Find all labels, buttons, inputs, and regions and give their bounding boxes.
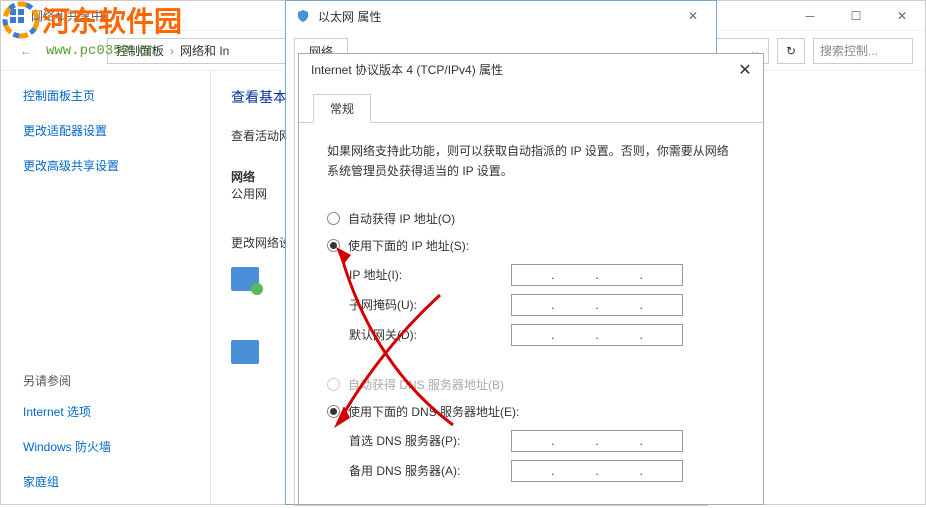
- public-network-label: 公用网: [231, 185, 291, 202]
- radio-auto-ip-label: 自动获得 IP 地址(O): [348, 210, 455, 227]
- window-controls: ─ ☐ ✕: [787, 1, 925, 31]
- nav-back-button[interactable]: ←: [13, 38, 39, 64]
- radio-static-dns[interactable]: [327, 405, 340, 418]
- active-networks-label: 查看活动网: [231, 127, 291, 144]
- sidebar-home[interactable]: 控制面板主页: [23, 87, 210, 104]
- alternate-dns-label: 备用 DNS 服务器(A):: [349, 462, 511, 479]
- radio-static-dns-label: 使用下面的 DNS 服务器地址(E):: [348, 403, 519, 420]
- radio-row-auto-dns: 自动获得 DNS 服务器地址(B): [327, 376, 735, 393]
- ethernet-dialog-titlebar: 以太网 属性: [286, 1, 716, 31]
- gateway-input[interactable]: ...: [511, 324, 683, 346]
- breadcrumb-root[interactable]: 控制面板: [116, 42, 164, 59]
- ipv4-description: 如果网络支持此功能，则可以获取自动指派的 IP 设置。否则，你需要从网络系统管理…: [327, 141, 735, 182]
- sidebar-sharing[interactable]: 更改高级共享设置: [23, 157, 210, 174]
- gateway-label: 默认网关(D):: [349, 326, 511, 343]
- ipv4-dialog-body: 如果网络支持此功能，则可以获取自动指派的 IP 设置。否则，你需要从网络系统管理…: [299, 122, 763, 508]
- chevron-right-icon: ›: [170, 44, 174, 58]
- troubleshoot-icon[interactable]: [231, 340, 259, 364]
- alternate-dns-input[interactable]: ...: [511, 460, 683, 482]
- ip-address-input[interactable]: ...: [511, 264, 683, 286]
- sidebar-homegroup[interactable]: 家庭组: [23, 473, 210, 490]
- main-heading: 查看基本: [231, 87, 291, 107]
- ipv4-tab-general[interactable]: 常规: [313, 94, 371, 123]
- radio-row-auto-ip[interactable]: 自动获得 IP 地址(O): [327, 210, 735, 227]
- sidebar-firewall[interactable]: Windows 防火墙: [23, 438, 210, 455]
- sidebar-seealso-heading: 另请参阅: [23, 372, 210, 389]
- close-button[interactable]: ✕: [879, 1, 925, 31]
- radio-static-ip[interactable]: [327, 239, 340, 252]
- sidebar-internet-options[interactable]: Internet 选项: [23, 403, 210, 420]
- window-title: 网络和共享中心: [31, 7, 115, 24]
- ip-address-label: IP 地址(I):: [349, 266, 511, 283]
- preferred-dns-input[interactable]: ...: [511, 430, 683, 452]
- ipv4-tabs: 常规: [299, 84, 763, 123]
- sidebar: 控制面板主页 更改适配器设置 更改高级共享设置 另请参阅 Internet 选项…: [1, 71, 211, 504]
- maximize-button[interactable]: ☐: [833, 1, 879, 31]
- ethernet-close-button[interactable]: ✕: [670, 1, 716, 31]
- shield-icon: [296, 9, 310, 23]
- breadcrumb-current[interactable]: 网络和 In: [180, 42, 229, 59]
- refresh-button[interactable]: ↻: [777, 38, 805, 64]
- radio-row-static-ip[interactable]: 使用下面的 IP 地址(S):: [327, 237, 735, 254]
- radio-auto-ip[interactable]: [327, 212, 340, 225]
- nav-up-button[interactable]: ↑: [69, 38, 95, 64]
- ethernet-dialog-title: 以太网 属性: [318, 8, 381, 25]
- subnet-mask-label: 子网掩码(U):: [349, 296, 511, 313]
- network-center-icon: [9, 8, 25, 24]
- network-setup-icon[interactable]: [231, 267, 259, 291]
- minimize-button[interactable]: ─: [787, 1, 833, 31]
- radio-auto-dns-label: 自动获得 DNS 服务器地址(B): [348, 376, 504, 393]
- ipv4-dialog-title: Internet 协议版本 4 (TCP/IPv4) 属性: [311, 61, 503, 78]
- radio-static-ip-label: 使用下面的 IP 地址(S):: [348, 237, 469, 254]
- radio-row-static-dns[interactable]: 使用下面的 DNS 服务器地址(E):: [327, 403, 735, 420]
- ipv4-dialog-titlebar: Internet 协议版本 4 (TCP/IPv4) 属性: [299, 54, 763, 84]
- nav-forward-button[interactable]: →: [41, 38, 67, 64]
- preferred-dns-label: 首选 DNS 服务器(P):: [349, 432, 511, 449]
- radio-auto-dns: [327, 378, 340, 391]
- network-label: 网络: [231, 168, 255, 185]
- ipv4-properties-dialog: Internet 协议版本 4 (TCP/IPv4) 属性 ✕ 常规 如果网络支…: [298, 53, 764, 505]
- subnet-mask-input[interactable]: ...: [511, 294, 683, 316]
- sidebar-adapter[interactable]: 更改适配器设置: [23, 122, 210, 139]
- ipv4-close-button[interactable]: ✕: [735, 60, 755, 80]
- change-settings-label: 更改网络设: [231, 234, 291, 251]
- search-input[interactable]: 搜索控制...: [813, 38, 913, 64]
